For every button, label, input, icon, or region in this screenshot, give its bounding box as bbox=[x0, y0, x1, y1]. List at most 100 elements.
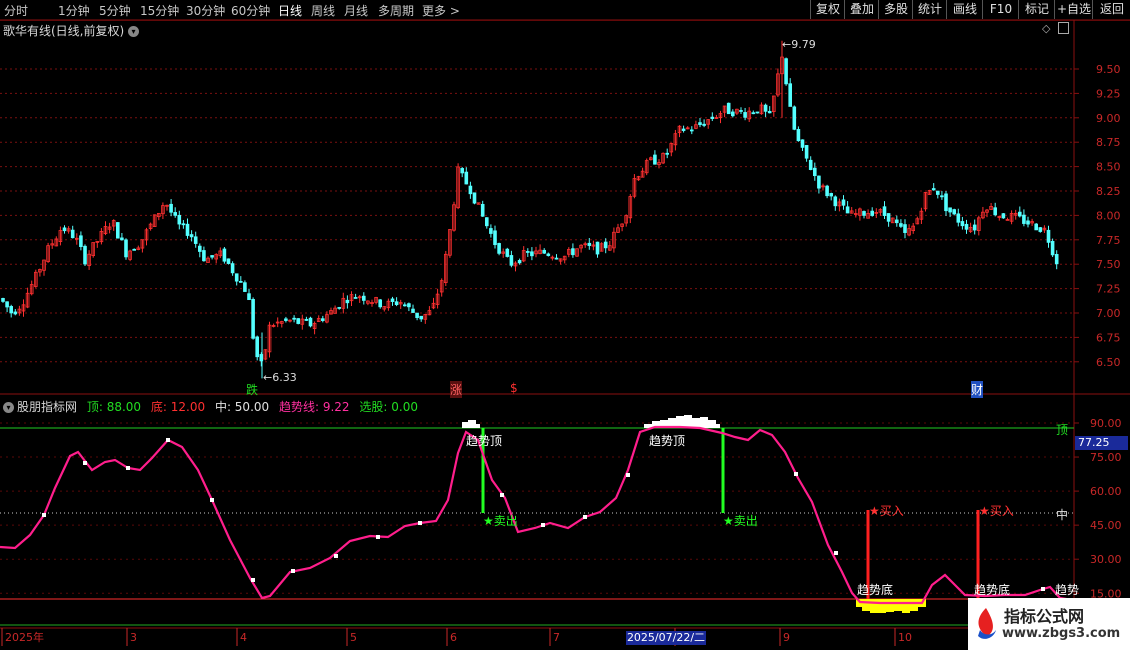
time-tick-label: 5 bbox=[350, 631, 357, 644]
trend-marker bbox=[541, 523, 545, 527]
trend-marker bbox=[126, 466, 130, 470]
price-tick-label: 6.50 bbox=[1096, 356, 1121, 369]
candle-body bbox=[124, 239, 128, 258]
trend-line bbox=[0, 425, 1073, 605]
candle-body bbox=[247, 293, 251, 301]
indicator-tick-label: 45.00 bbox=[1090, 519, 1122, 532]
candle-body bbox=[698, 122, 702, 126]
candle-body bbox=[788, 83, 792, 107]
candle-body bbox=[903, 224, 907, 233]
high-price-value: 9.79 bbox=[791, 38, 816, 51]
price-tick-label: 8.50 bbox=[1096, 161, 1121, 174]
cursor-date-badge: 2025/07/22/二 bbox=[626, 631, 706, 645]
candle-body bbox=[284, 318, 288, 321]
candle-body bbox=[739, 110, 743, 112]
candle-body bbox=[808, 159, 813, 170]
candle-body bbox=[526, 251, 530, 253]
candle-body bbox=[726, 102, 731, 115]
event-marker-fall[interactable]: 跌 bbox=[246, 381, 258, 398]
time-tick-label: 9 bbox=[783, 631, 790, 644]
trend-bottom-block bbox=[910, 599, 918, 611]
candle-body bbox=[493, 230, 497, 246]
candle-body bbox=[952, 209, 956, 215]
price-tick-label: 8.75 bbox=[1096, 136, 1121, 149]
sell-signal-1: ★卖出 bbox=[483, 514, 518, 528]
trend-marker bbox=[500, 493, 504, 497]
candle-body bbox=[841, 199, 846, 206]
candle-body bbox=[337, 307, 341, 309]
candle-body bbox=[62, 227, 67, 232]
event-marker-finance[interactable]: 财 bbox=[971, 381, 984, 398]
candle-body bbox=[542, 249, 546, 254]
indicator-legend: ▾ 股朋指标网 顶: 88.00 底: 12.00 中: 50.00 趋势线: 9… bbox=[3, 398, 424, 415]
candle-body bbox=[202, 250, 206, 262]
trend-marker bbox=[376, 535, 380, 539]
candle-body bbox=[390, 298, 395, 302]
candle-body bbox=[5, 301, 9, 308]
candlestick-series bbox=[1, 40, 1059, 379]
site-watermark: 指标公式网 www.zbgs3.com bbox=[968, 598, 1130, 650]
candle-body bbox=[243, 282, 247, 292]
price-tick-label: 7.00 bbox=[1096, 307, 1121, 320]
candle-body bbox=[361, 295, 366, 301]
candle-body bbox=[960, 221, 965, 227]
candle-body bbox=[1034, 223, 1039, 231]
legend-bottom: 底: 12.00 bbox=[150, 400, 206, 414]
candle-body bbox=[308, 317, 313, 327]
indicator-lines bbox=[0, 415, 1074, 626]
candle-body bbox=[546, 253, 551, 256]
candle-body bbox=[238, 280, 243, 283]
time-tick-label: 10 bbox=[898, 631, 912, 644]
chevron-down-icon[interactable]: ▾ bbox=[3, 402, 14, 413]
candle-body bbox=[964, 223, 969, 230]
candle-body bbox=[940, 195, 944, 198]
candle-body bbox=[1038, 227, 1043, 232]
candle-body bbox=[484, 217, 489, 227]
candle-body bbox=[83, 245, 87, 265]
candle-body bbox=[116, 222, 120, 239]
candle-body bbox=[796, 129, 801, 142]
sell-signal-2: ★卖出 bbox=[723, 514, 758, 528]
price-tick-label: 7.75 bbox=[1096, 234, 1121, 247]
main-grid bbox=[0, 19, 1130, 629]
watermark-url: www.zbgs3.com bbox=[1002, 626, 1121, 641]
time-tick-label: 7 bbox=[553, 631, 560, 644]
trend-marker bbox=[291, 569, 295, 573]
candle-body bbox=[353, 297, 358, 299]
candle-body bbox=[197, 245, 202, 252]
candle-body bbox=[763, 104, 768, 112]
candle-body bbox=[710, 116, 715, 119]
time-tick-label: 6 bbox=[450, 631, 457, 644]
candle-body bbox=[468, 185, 473, 195]
candle-body bbox=[595, 241, 600, 255]
trend-bottom-label-1: 趋势底 bbox=[857, 583, 894, 597]
candle-body bbox=[554, 257, 559, 260]
candle-body bbox=[800, 139, 805, 148]
candle-body bbox=[464, 171, 469, 185]
event-marker-dividend[interactable]: $ bbox=[510, 381, 518, 395]
candle-body bbox=[665, 152, 669, 155]
candle-body bbox=[226, 258, 231, 264]
candle-body bbox=[489, 228, 493, 234]
candle-body bbox=[743, 112, 747, 118]
candle-body bbox=[189, 234, 194, 238]
candle-body bbox=[813, 167, 817, 177]
kline-chart: 9.50 9.25 9.00 8.75 8.50 8.25 8.00 7.75 7.50 7.25… bbox=[0, 19, 1130, 646]
candle-body bbox=[1022, 214, 1026, 224]
candle-body bbox=[234, 273, 239, 282]
candle-body bbox=[304, 318, 309, 321]
candle-body bbox=[956, 213, 961, 223]
indicator-name: 股朋指标网 bbox=[17, 400, 78, 414]
legend-mid: 中: 50.00 bbox=[214, 400, 270, 414]
candle-body bbox=[993, 207, 997, 216]
candle-body bbox=[1001, 213, 1006, 219]
candle-body bbox=[886, 213, 891, 222]
candle-body bbox=[936, 190, 940, 195]
event-marker-rise[interactable]: 涨 bbox=[450, 381, 463, 398]
trend-bottom-block bbox=[886, 599, 894, 612]
trend-top-block bbox=[684, 415, 692, 428]
price-tick-label: 8.00 bbox=[1096, 209, 1121, 222]
trend-marker bbox=[1041, 587, 1045, 591]
candle-body bbox=[833, 196, 838, 207]
trend-marker bbox=[83, 461, 87, 465]
